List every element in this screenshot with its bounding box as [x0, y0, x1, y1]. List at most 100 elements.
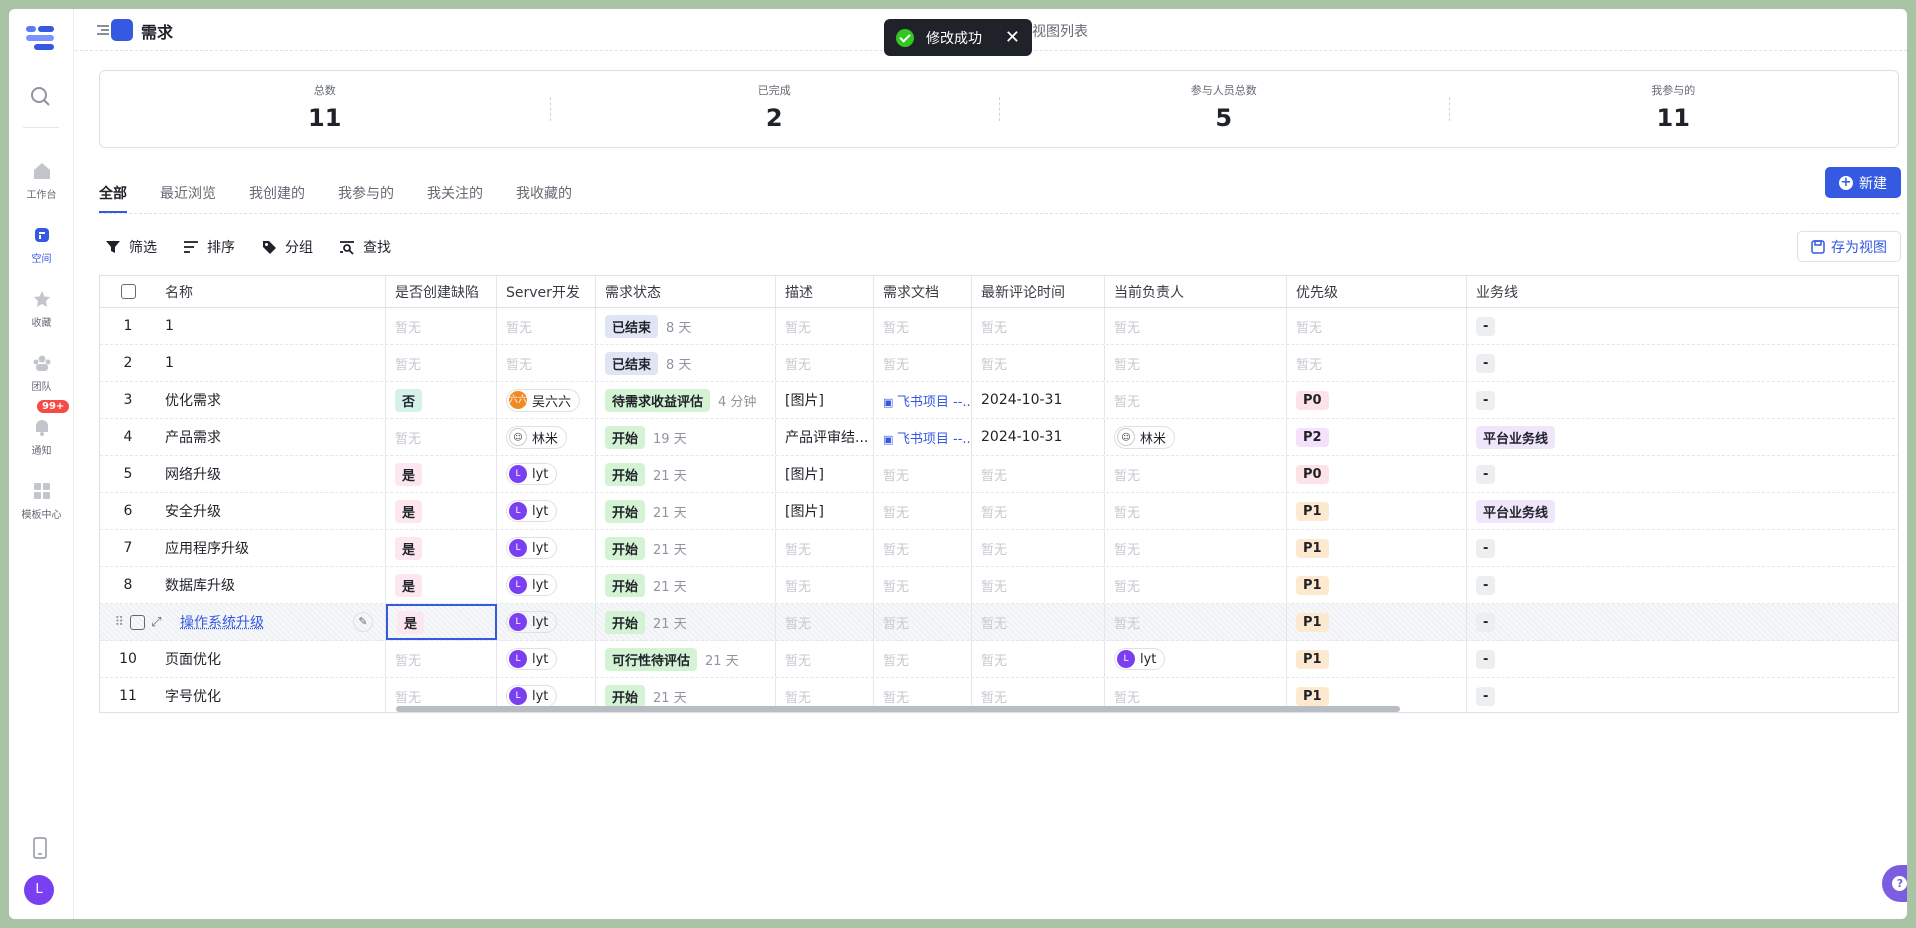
tab-collected[interactable]: 我收藏的 [516, 183, 572, 203]
cell-comment[interactable]: 2024-10-31 [972, 382, 1105, 418]
cell-owner[interactable]: 暂无 [1105, 493, 1287, 529]
cell-defect[interactable]: 暂无 [386, 308, 497, 344]
cell-status[interactable]: 已结束 8 天 [596, 308, 776, 344]
cell-doc[interactable]: 暂无 [874, 493, 972, 529]
tab-created[interactable]: 我创建的 [249, 183, 305, 203]
cell-doc[interactable]: 暂无 [874, 530, 972, 566]
tab-recent[interactable]: 最近浏览 [160, 183, 216, 203]
table-row[interactable]: 2 1 暂无 暂无 已结束 8 天 暂无 暂无 暂无 暂无 暂无 - [100, 345, 1898, 382]
cell-desc[interactable]: 暂无 [776, 604, 874, 640]
person-chip[interactable]: Llyt [1114, 648, 1166, 670]
cell-desc[interactable]: [图片] [776, 493, 874, 529]
table-row[interactable]: 4 产品需求 暂无 ☺ 林米 开始 19 天 产品评审结... ▣ 飞书项目 --... 2024… [100, 419, 1898, 456]
cell-name[interactable]: 操作系统升级 ✎ [156, 604, 386, 640]
nav-workbench[interactable]: 工作台 [9, 161, 74, 201]
search-icon[interactable] [29, 85, 51, 107]
person-chip[interactable]: ☺ 林米 [1114, 425, 1176, 449]
cell-biz[interactable]: - [1467, 678, 1898, 712]
column-header[interactable]: 需求文档 [874, 276, 972, 307]
row-name[interactable]: 网络升级 [165, 464, 221, 484]
cell-priority[interactable]: 暂无 [1287, 345, 1467, 381]
cell-owner[interactable]: ☺ 林米 [1105, 419, 1287, 455]
cell-biz[interactable]: 平台业务线 [1467, 493, 1898, 529]
close-icon[interactable]: ✕ [1005, 28, 1020, 47]
table-row[interactable]: 10 页面优化 暂无 Llyt 可行性待评估 21 天 暂无 暂无 暂无 Llyt P1 - [100, 641, 1898, 678]
cell-dev[interactable]: 暂无 [497, 345, 596, 381]
cell-priority[interactable]: 暂无 [1287, 308, 1467, 344]
cell-priority[interactable]: P1 [1287, 567, 1467, 603]
cell-status[interactable]: 待需求收益评估 4 分钟 [596, 382, 776, 418]
row-name[interactable]: 优化需求 [165, 390, 221, 410]
row-name[interactable]: 数据库升级 [165, 575, 235, 595]
cell-dev[interactable]: Llyt [497, 604, 596, 640]
cell-defect[interactable]: 暂无 [386, 419, 497, 455]
column-header[interactable]: 优先级 [1287, 276, 1467, 307]
cell-priority[interactable]: P1 [1287, 604, 1467, 640]
person-chip[interactable]: ☺ 林米 [506, 425, 568, 449]
cell-desc[interactable]: 暂无 [776, 567, 874, 603]
row-name[interactable]: 1 [165, 318, 174, 334]
cell-biz[interactable]: - [1467, 530, 1898, 566]
cell-comment[interactable]: 暂无 [972, 345, 1105, 381]
nav-templates[interactable]: 模板中心 [9, 481, 74, 521]
row-name[interactable]: 1 [165, 355, 174, 371]
cell-comment[interactable]: 暂无 [972, 567, 1105, 603]
cell-owner[interactable]: 暂无 [1105, 530, 1287, 566]
cell-name[interactable]: 应用程序升级 [156, 530, 386, 566]
cell-dev[interactable]: Llyt [497, 493, 596, 529]
cell-comment[interactable]: 暂无 [972, 641, 1105, 677]
person-chip[interactable]: Llyt [506, 648, 558, 670]
table-row[interactable]: 8 数据库升级 是 Llyt 开始 21 天 暂无 暂无 暂无 暂无 P1 - [100, 567, 1898, 604]
table-row[interactable]: ⠿ ⤢ 操作系统升级 ✎ 是 Llyt 开始 21 天暂无 暂无 暂无 暂无 P1- [100, 604, 1898, 641]
tab-participated[interactable]: 我参与的 [338, 183, 394, 203]
cell-name[interactable]: 优化需求 [156, 382, 386, 418]
cell-defect[interactable]: 是 [386, 530, 497, 566]
cell-dev[interactable]: ☺ 林米 [497, 419, 596, 455]
doc-link[interactable]: ▣ 飞书项目 --... [883, 428, 971, 447]
person-chip[interactable]: Llyt [506, 463, 558, 485]
cell-status[interactable]: 开始 21 天 [596, 567, 776, 603]
cell-desc[interactable]: 暂无 [776, 641, 874, 677]
person-chip[interactable]: Llyt [506, 685, 558, 707]
table-row[interactable]: 3 优化需求否六六 吴六六 待需求收益评估 4 分钟 [图片] ▣ 飞书项目 --... 20… [100, 382, 1898, 419]
table-row[interactable]: 1 1 暂无 暂无 已结束 8 天 暂无 暂无 暂无 暂无 暂无 - [100, 308, 1898, 345]
sidebar-toggle-icon[interactable] [95, 22, 111, 38]
column-header[interactable]: 描述 [776, 276, 874, 307]
cell-name[interactable]: 产品需求 [156, 419, 386, 455]
cell-doc[interactable]: 暂无 [874, 641, 972, 677]
cell-priority[interactable]: P0 [1287, 382, 1467, 418]
cell-priority[interactable]: P1 [1287, 493, 1467, 529]
nav-space[interactable]: 空间 [9, 225, 74, 265]
nav-notifications[interactable]: 通知 [9, 417, 74, 457]
cell-defect[interactable]: 是 [386, 567, 497, 603]
cell-dev[interactable]: Llyt [497, 456, 596, 492]
tab-all[interactable]: 全部 [99, 183, 127, 213]
cell-desc[interactable]: [图片] [776, 456, 874, 492]
cell-name[interactable]: 1 [156, 308, 386, 344]
cell-biz[interactable]: - [1467, 382, 1898, 418]
cell-name[interactable]: 安全升级 [156, 493, 386, 529]
cell-doc[interactable]: 暂无 [874, 604, 972, 640]
column-header[interactable]: 需求状态 [596, 276, 776, 307]
cell-biz[interactable]: 平台业务线 [1467, 419, 1898, 455]
cell-comment[interactable]: 暂无 [972, 308, 1105, 344]
cell-comment[interactable]: 2024-10-31 [972, 419, 1105, 455]
row-name[interactable]: 安全升级 [165, 501, 221, 521]
cell-biz[interactable]: - [1467, 456, 1898, 492]
nav-favorites[interactable]: 收藏 [9, 289, 74, 329]
cell-priority[interactable]: P0 [1287, 456, 1467, 492]
cell-name[interactable]: 网络升级 [156, 456, 386, 492]
cell-status[interactable]: 开始 21 天 [596, 493, 776, 529]
horizontal-scrollbar[interactable] [396, 706, 1400, 712]
cell-doc[interactable]: 暂无 [874, 567, 972, 603]
cell-comment[interactable]: 暂无 [972, 456, 1105, 492]
cell-owner[interactable]: 暂无 [1105, 382, 1287, 418]
drag-handle-icon[interactable]: ⠿ [115, 615, 125, 630]
row-name[interactable]: 产品需求 [165, 427, 221, 447]
cell-doc[interactable]: ▣ 飞书项目 --... [874, 382, 972, 418]
cell-comment[interactable]: 暂无 [972, 604, 1105, 640]
cell-priority[interactable]: P2 [1287, 419, 1467, 455]
cell-name[interactable]: 1 [156, 345, 386, 381]
cell-comment[interactable]: 暂无 [972, 530, 1105, 566]
person-chip[interactable]: Llyt [506, 611, 558, 633]
